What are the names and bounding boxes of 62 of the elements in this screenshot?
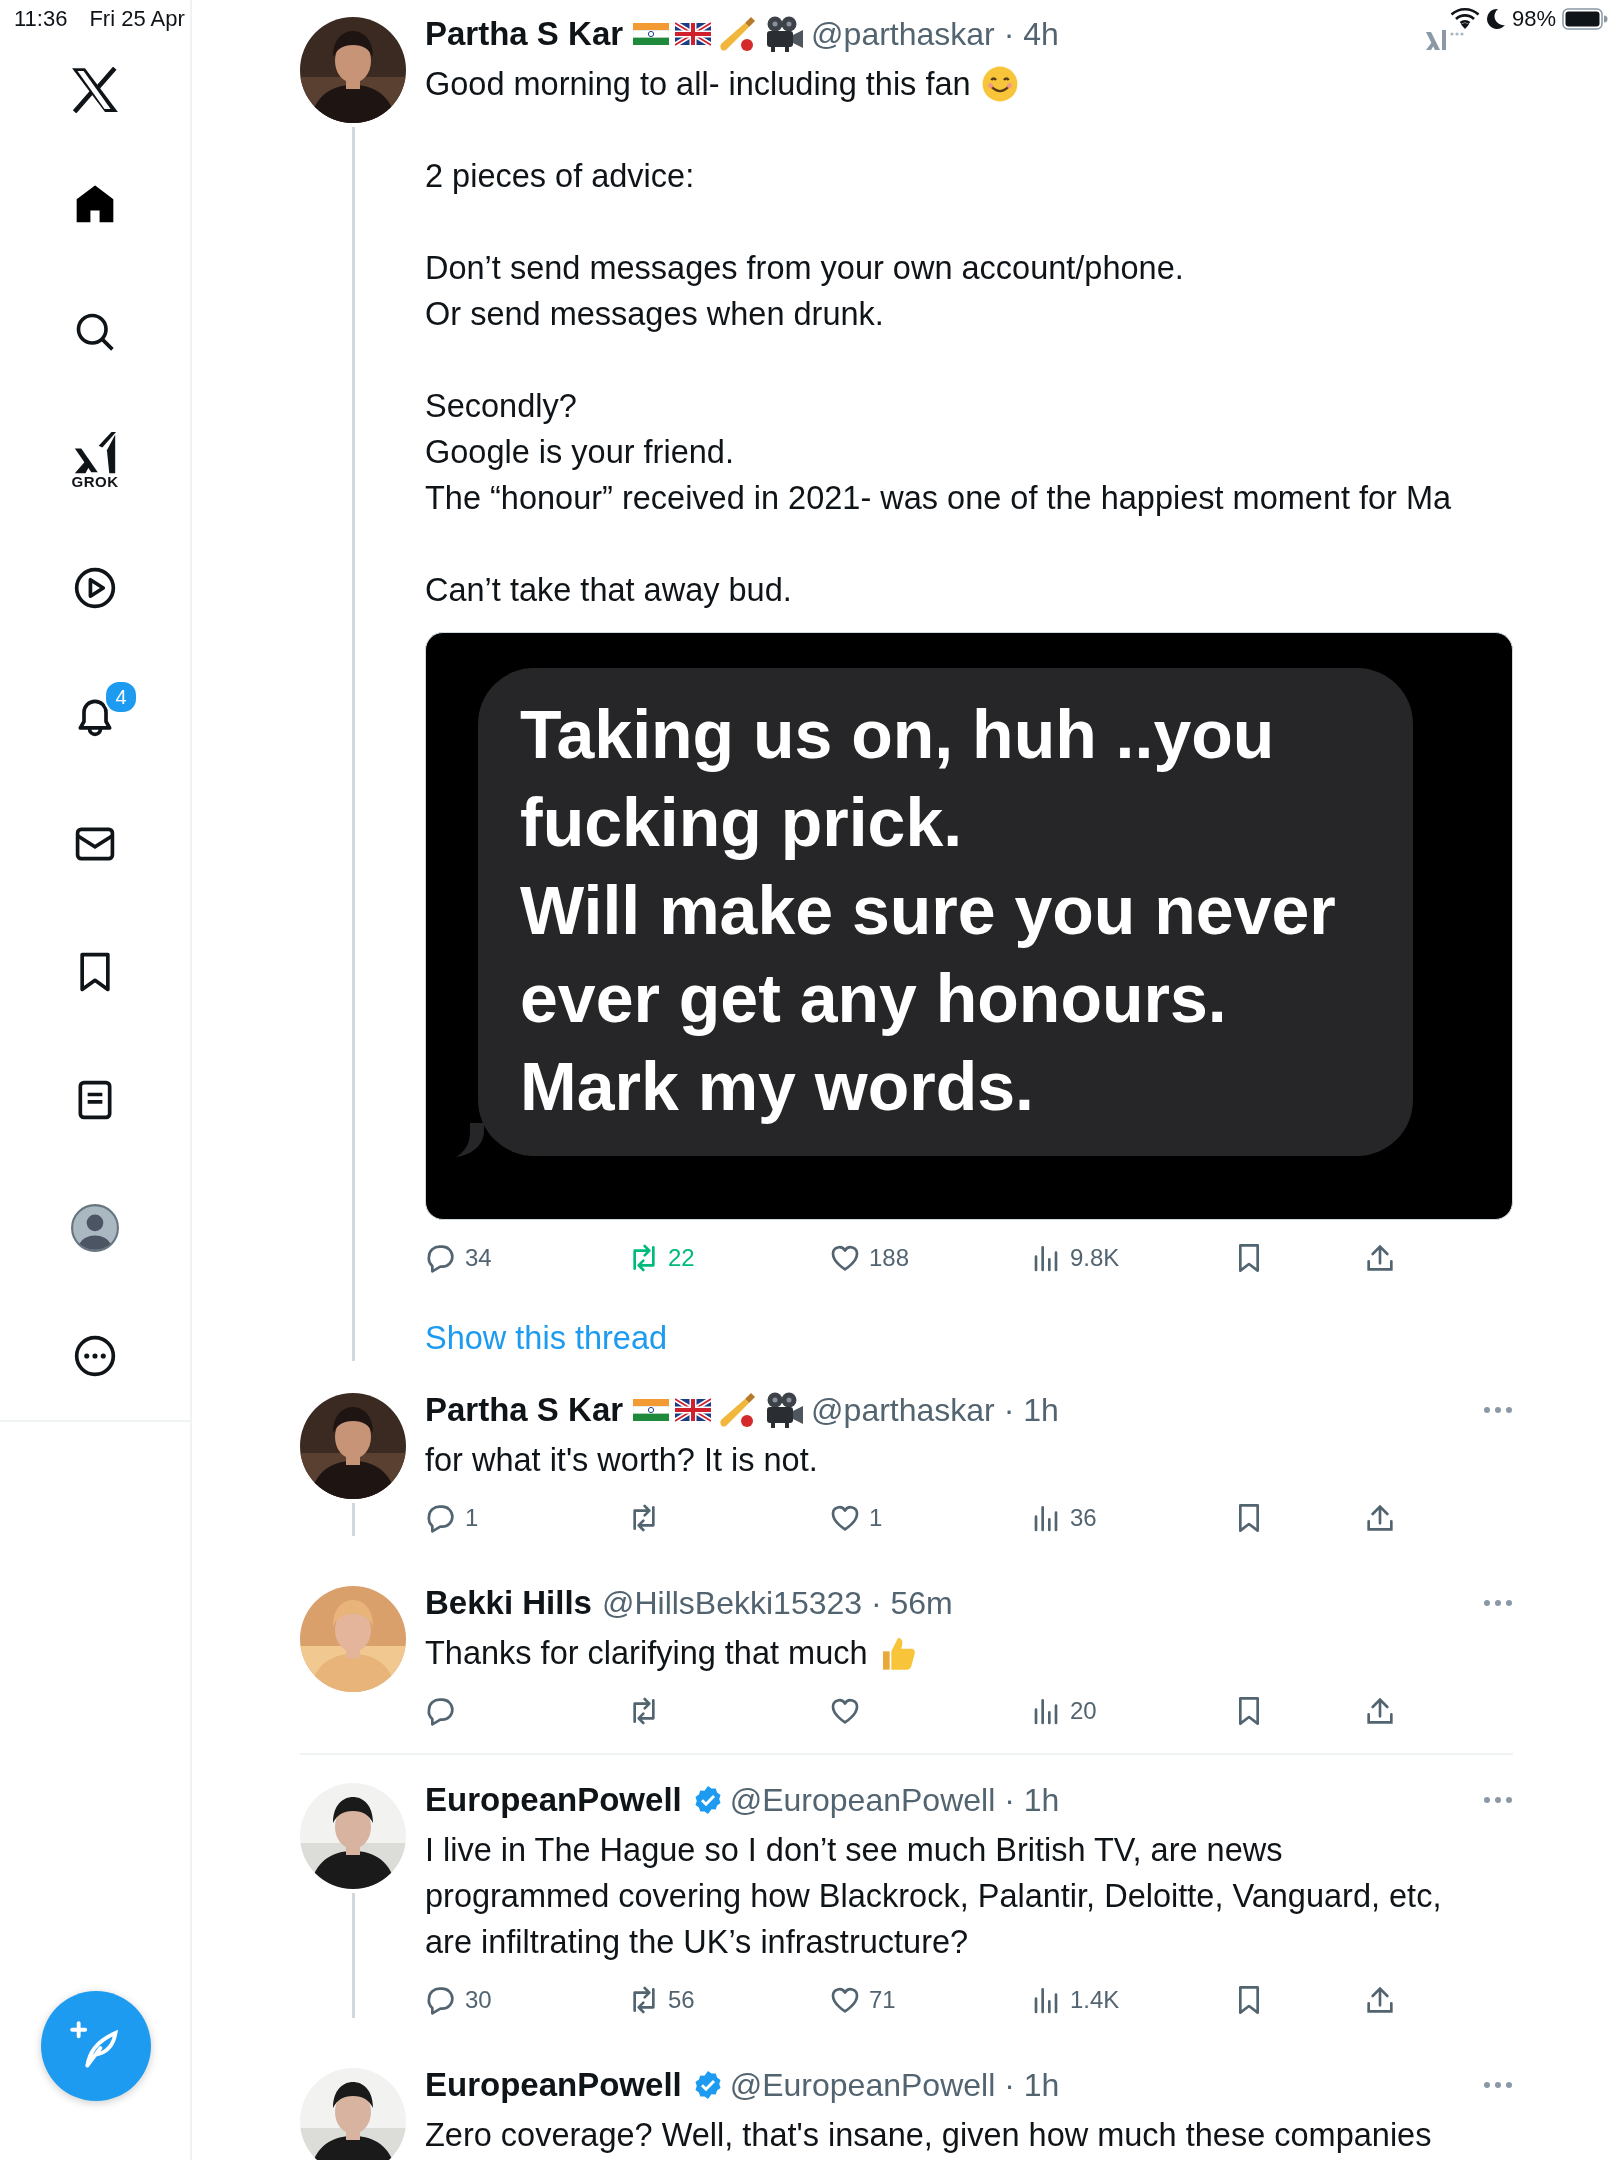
cricket-bat-icon	[717, 1391, 758, 1429]
tweet-text: Can’t take that away bud.	[425, 571, 792, 610]
repost-button[interactable]: 56	[628, 1982, 695, 2018]
tweet-text: I live in The Hague so I don’t see much British TV, are news programmed covering how Blackrock, Palantir, Deloitte, Vanguard, etc, are infiltrating the UK’s infrastructure?	[425, 1831, 1442, 1962]
moon-icon	[1485, 8, 1506, 30]
reply-button[interactable]: 30	[425, 1982, 492, 2018]
tweet-text: Secondly? Google is your friend. The “honour” received in 2021- was one of the happiest moment for Ma	[425, 387, 1452, 518]
uk-flag-icon	[675, 21, 712, 47]
message-screenshot[interactable]: Taking us on, huh ..you fucking prick. Will make sure you never ever get any honours. Mark my words.	[425, 632, 1513, 1220]
handle-and-time: @EuropeanPowell · 1h	[729, 2068, 1060, 2102]
uk-flag-icon	[675, 1397, 712, 1423]
speech-bubble-icon	[425, 1502, 457, 1534]
wifi-icon	[1449, 7, 1480, 31]
more-icon	[1483, 1599, 1513, 1607]
more-icon	[1483, 1796, 1513, 1804]
battery-percentage: 98%	[1511, 6, 1556, 32]
tweet-text: Good morning to all- including this fan	[425, 65, 971, 104]
author-name[interactable]: EuropeanPowell	[425, 1783, 682, 1817]
reply-button[interactable]: 34	[425, 1240, 492, 1276]
share-icon	[1364, 1984, 1396, 2016]
handle-and-time: @HillsBekki15323 · 56m	[601, 1586, 953, 1620]
speech-bubble-icon	[425, 1242, 457, 1274]
more-icon	[1483, 1406, 1513, 1414]
status-date: Fri 25 Apr	[89, 6, 185, 32]
views-button[interactable]: 36	[1030, 1500, 1097, 1536]
views-button[interactable]: 9.8K	[1030, 1240, 1120, 1276]
speech-bubble-icon	[425, 1695, 457, 1727]
speech-bubble-icon	[425, 1984, 457, 2016]
author-name[interactable]: EuropeanPowell	[425, 2068, 682, 2102]
tweet-text: for what it's worth? It is not.	[425, 1441, 818, 1480]
more-button[interactable]	[1483, 2081, 1513, 2089]
share-icon	[1364, 1242, 1396, 1274]
more-button[interactable]	[1483, 1599, 1513, 1607]
tweet-text: Zero coverage? Well, that's insane, given how much these companies	[425, 2116, 1432, 2155]
grok-link[interactable]: GROK	[0, 396, 190, 524]
tweet-text: 2 pieces of advice:	[425, 157, 695, 196]
notification-badge: 4	[104, 680, 138, 714]
more-button[interactable]	[1483, 1406, 1513, 1414]
handle-and-time: @parthaskar · 1h	[811, 1393, 1059, 1427]
tweet-text: Thanks for clarifying that much	[425, 1634, 868, 1673]
cricket-bat-icon	[717, 15, 758, 53]
message-text: Taking us on, huh ..you fucking prick. Will make sure you never ever get any honours. Mark my words.	[520, 695, 1337, 1126]
more-icon	[1483, 2081, 1513, 2089]
author-name[interactable]: Partha S Kar	[425, 1393, 624, 1427]
like-button[interactable]: 71	[829, 1982, 896, 2018]
like-button[interactable]: 1	[829, 1500, 883, 1536]
compose-button[interactable]	[41, 1991, 151, 2101]
author-name[interactable]: Partha S Kar	[425, 17, 624, 51]
share-icon	[1364, 1695, 1396, 1727]
more-button[interactable]	[1483, 1796, 1513, 1804]
views-button[interactable]: 1.4K	[1030, 1982, 1120, 2018]
share-icon	[1364, 1502, 1396, 1534]
tweet-text: Don’t send messages from your own account/phone. Or send messages when drunk.	[425, 249, 1184, 334]
battery-icon	[1562, 8, 1608, 30]
views-button[interactable]: 20	[1030, 1693, 1097, 1729]
author-name[interactable]: Bekki Hills	[425, 1586, 592, 1620]
clock-time: 11:36	[14, 6, 68, 32]
handle-and-time: @parthaskar · 4h	[811, 17, 1059, 51]
reply-button[interactable]: 1	[425, 1500, 479, 1536]
smiling-face-icon	[980, 65, 1019, 103]
handle-and-time: @EuropeanPowell · 1h	[729, 1783, 1060, 1817]
like-button[interactable]: 188	[829, 1240, 910, 1276]
